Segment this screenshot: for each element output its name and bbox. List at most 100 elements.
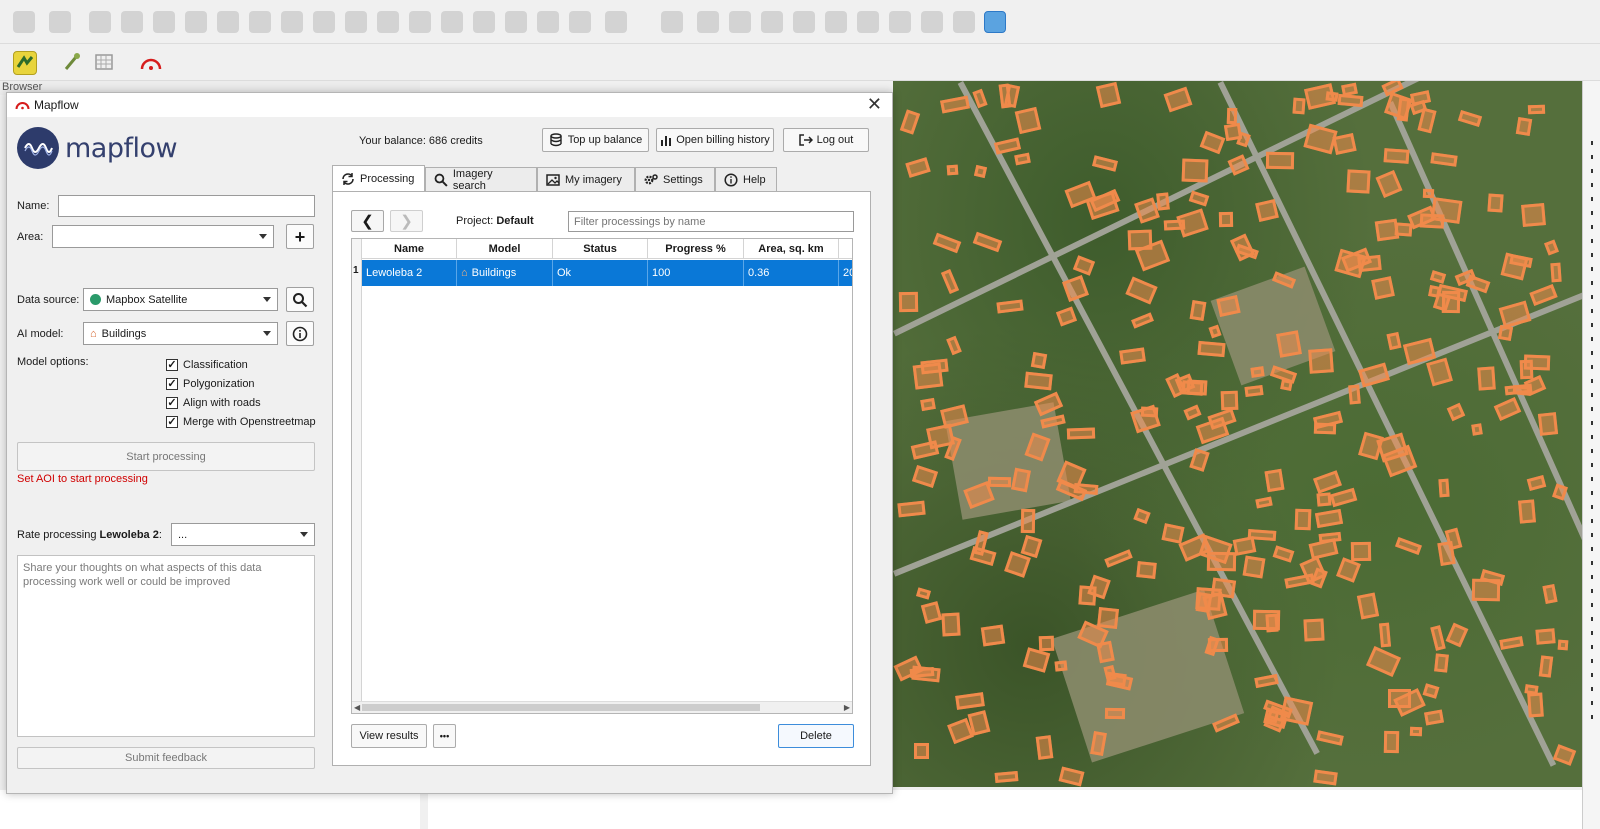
column-header-model[interactable]: Model (457, 239, 553, 259)
toolbar-tool-icon[interactable] (857, 11, 879, 33)
toolbar-tool-icon[interactable] (661, 11, 683, 33)
add-area-button[interactable]: + (286, 224, 314, 249)
building-polygon (1197, 340, 1226, 358)
close-icon[interactable]: ✕ (867, 94, 882, 115)
toolbar-tool-icon[interactable] (441, 11, 463, 33)
building-polygon (1337, 93, 1364, 108)
toolbar-tool-icon[interactable] (185, 11, 207, 33)
toolbar-tool-icon[interactable] (505, 11, 527, 33)
horizontal-scrollbar[interactable]: ◀ ▶ (352, 701, 852, 713)
toolbar-tool-icon[interactable] (313, 11, 335, 33)
submit-feedback-button[interactable]: Submit feedback (17, 747, 315, 769)
mapflow-icon[interactable] (139, 51, 163, 75)
feedback-textarea[interactable]: Share your thoughts on what aspects of t… (17, 555, 315, 737)
tab-my-imagery[interactable]: My imagery (537, 167, 635, 191)
imagery-search-button[interactable] (286, 287, 314, 312)
table-row[interactable]: Lewoleba 2 ⌂ Buildings Ok 100 0.36 20 (362, 260, 852, 286)
building-polygon (1183, 404, 1202, 421)
tab-settings[interactable]: Settings (635, 167, 715, 191)
cell-model-text: Buildings (471, 267, 517, 279)
toolbar-tool-icon[interactable] (409, 11, 431, 33)
name-input[interactable] (58, 195, 315, 217)
toolbar-tool-icon[interactable] (569, 11, 591, 33)
toolbar-tool-icon[interactable] (13, 11, 35, 33)
building-polygon (1429, 270, 1447, 284)
model-options-label: Model options: (17, 356, 89, 368)
column-header-progress[interactable]: Progress % (648, 239, 744, 259)
toolbar-tool-icon[interactable] (953, 11, 975, 33)
start-processing-button[interactable]: Start processing (17, 442, 315, 471)
rating-combobox[interactable]: ... (171, 523, 315, 546)
building-polygon (1336, 557, 1361, 583)
tab-help[interactable]: Help (715, 167, 777, 191)
toolbar-tool-icon[interactable] (729, 11, 751, 33)
plugin-icon[interactable] (13, 51, 37, 75)
scrollbar-thumb[interactable] (362, 704, 760, 711)
toolbar-tool-icon[interactable] (89, 11, 111, 33)
tab-imagery-search[interactable]: Imagery search (425, 167, 537, 192)
grid-icon[interactable] (93, 51, 117, 75)
merge-with-osm-checkbox[interactable]: ✓ Merge with Openstreetmap (166, 416, 316, 428)
building-polygon (1383, 148, 1410, 164)
delete-button[interactable]: Delete (778, 724, 854, 748)
toolbar-tool-icon[interactable] (697, 11, 719, 33)
toolbar-tool-icon[interactable] (921, 11, 943, 33)
scroll-right-icon[interactable]: ▶ (844, 703, 850, 712)
tab-label: Imagery search (452, 167, 493, 192)
toolbar-tool-icon[interactable] (153, 11, 175, 33)
dialog-titlebar: Mapflow ✕ (7, 93, 892, 117)
map-frame-icon[interactable] (984, 11, 1006, 33)
map-canvas[interactable] (893, 81, 1582, 787)
align-with-roads-checkbox[interactable]: ✓ Align with roads (166, 397, 261, 409)
toolbar-tool-icon[interactable] (217, 11, 239, 33)
more-options-button[interactable]: ••• (433, 724, 456, 748)
tab-processing[interactable]: Processing (332, 165, 425, 191)
toolbar-tool-icon[interactable] (793, 11, 815, 33)
next-page-button[interactable]: ❯ (390, 210, 423, 232)
building-polygon (1535, 628, 1556, 645)
ai-model-combobox[interactable]: ⌂ Buildings (83, 322, 278, 345)
tools-icon[interactable] (61, 51, 85, 75)
scroll-left-icon[interactable]: ◀ (354, 703, 360, 712)
building-polygon (1375, 169, 1403, 199)
area-combobox[interactable] (52, 225, 274, 248)
building-polygon (1446, 402, 1466, 422)
column-header-area[interactable]: Area, sq. km (744, 239, 839, 259)
building-polygon (1097, 607, 1119, 629)
classification-checkbox[interactable]: ✓ Classification (166, 359, 248, 371)
log-out-button[interactable]: Log out (783, 128, 869, 152)
filter-processings-input[interactable] (568, 211, 854, 232)
top-up-balance-button[interactable]: Top up balance (542, 128, 649, 152)
column-header-status[interactable]: Status (553, 239, 648, 259)
polygonization-checkbox[interactable]: ✓ Polygonization (166, 378, 255, 390)
toolbar-tool-icon[interactable] (121, 11, 143, 33)
chevron-right-icon: ❯ (400, 213, 413, 230)
toolbar-tool-icon[interactable] (761, 11, 783, 33)
building-polygon (1303, 618, 1325, 642)
data-source-combobox[interactable]: Mapbox Satellite (83, 288, 278, 311)
toolbar-tool-icon[interactable] (473, 11, 495, 33)
toolbar-tool-icon[interactable] (377, 11, 399, 33)
column-header-name[interactable]: Name (362, 239, 457, 259)
toolbar-tool-icon[interactable] (537, 11, 559, 33)
building-polygon (1365, 646, 1402, 677)
toolbar-tool-icon[interactable] (889, 11, 911, 33)
toolbar-tool-icon[interactable] (249, 11, 271, 33)
toolbar-tool-icon[interactable] (281, 11, 303, 33)
open-billing-history-button[interactable]: Open billing history (656, 128, 774, 152)
tab-label: Settings (663, 173, 703, 186)
building-polygon (1430, 152, 1458, 167)
building-polygon (1186, 379, 1208, 396)
toolbar-tool-icon[interactable] (345, 11, 367, 33)
view-results-button[interactable]: View results (351, 724, 427, 748)
row-header: 1 (352, 239, 362, 713)
toolbar-tool-icon[interactable] (605, 11, 627, 33)
toolbar-tool-icon[interactable] (49, 11, 71, 33)
building-polygon (1255, 496, 1273, 509)
model-info-button[interactable] (286, 321, 314, 346)
building-polygon (946, 335, 962, 356)
toolbar-tool-icon[interactable] (825, 11, 847, 33)
billing-label: Open billing history (676, 134, 770, 146)
column-header-extra[interactable] (839, 239, 852, 259)
prev-page-button[interactable]: ❮ (351, 210, 384, 232)
